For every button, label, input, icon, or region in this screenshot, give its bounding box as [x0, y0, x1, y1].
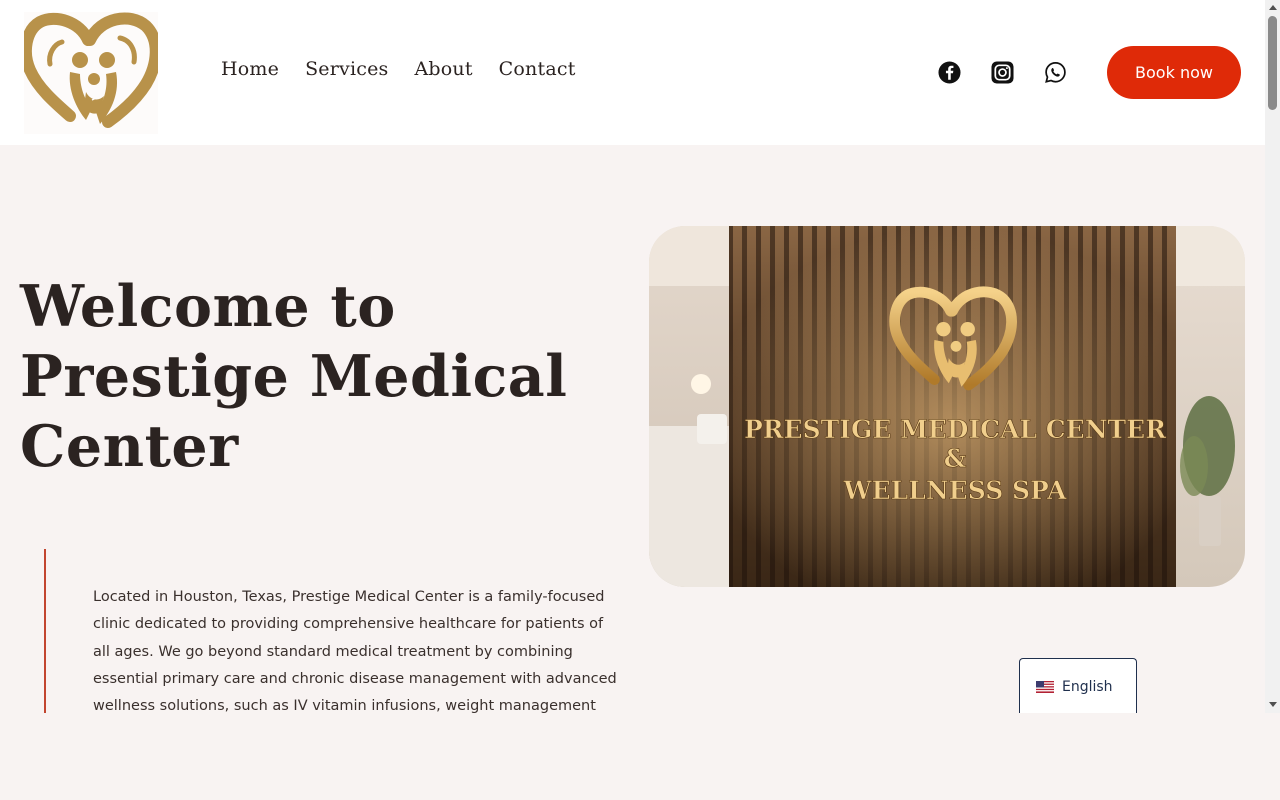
hero-title: Welcome to Prestige Medical Center	[20, 273, 568, 480]
nav-contact-link[interactable]: Contact	[499, 58, 576, 80]
scroll-up-arrow-icon[interactable]	[1265, 0, 1280, 14]
nav-about-link[interactable]: About	[414, 58, 472, 80]
language-label: English	[1062, 678, 1113, 695]
quote-accent-line	[44, 549, 46, 713]
us-flag-icon	[1036, 680, 1054, 693]
facebook-icon[interactable]	[937, 60, 961, 84]
scroll-down-arrow-icon[interactable]	[1265, 697, 1280, 711]
whatsapp-icon[interactable]	[1043, 60, 1067, 84]
main-nav: Home Services About Contact	[221, 58, 576, 80]
clinic-reception-image: PRESTIGE MEDICAL CENTER & WELLNESS SPA	[649, 226, 1245, 587]
vertical-scrollbar[interactable]	[1265, 0, 1280, 713]
nav-home-link[interactable]: Home	[221, 58, 279, 80]
instagram-icon[interactable]	[990, 60, 1014, 84]
logo[interactable]	[19, 12, 162, 134]
sign-line-3: WELLNESS SPA	[843, 476, 1067, 505]
sign-line-2: &	[944, 444, 967, 473]
page-bottom-area	[0, 713, 1280, 800]
nav-services-link[interactable]: Services	[305, 58, 388, 80]
hero-description: Located in Houston, Texas, Prestige Medi…	[93, 589, 617, 713]
viewport: Home Services About Contact Book now Wel…	[0, 0, 1265, 713]
sign-line-1: PRESTIGE MEDICAL CENTER	[744, 415, 1166, 444]
hero-image: PRESTIGE MEDICAL CENTER & WELLNESS SPA	[649, 226, 1245, 587]
heart-family-logo-icon	[19, 12, 162, 128]
scrollbar-thumb[interactable]	[1268, 16, 1277, 110]
site-header: Home Services About Contact Book now	[0, 0, 1265, 145]
language-selector[interactable]: English	[1019, 658, 1137, 713]
book-now-button[interactable]: Book now	[1107, 46, 1241, 99]
